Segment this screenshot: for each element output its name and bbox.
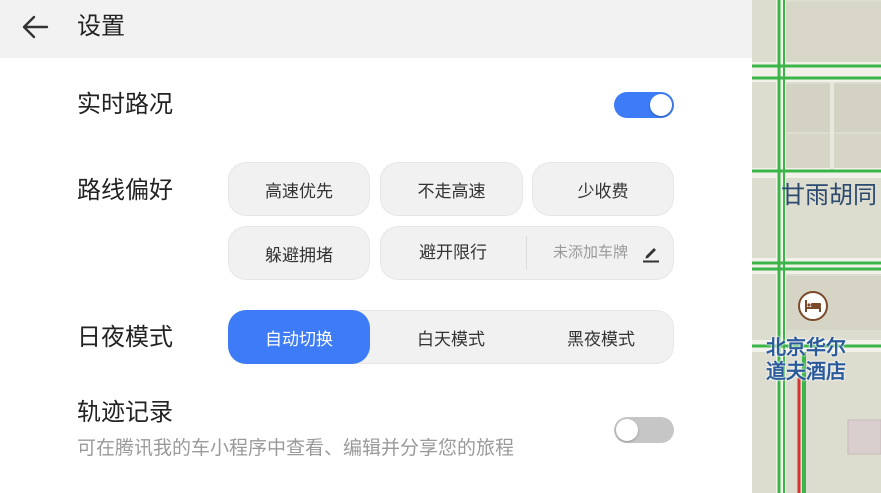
map-view[interactable]: 甘雨胡同 北京华尔 道夫酒店 xyxy=(752,0,881,493)
day-night-label: 日夜模式 xyxy=(77,323,173,351)
mode-option-auto[interactable]: 自动切换 xyxy=(228,310,370,364)
route-option-avoid-congestion[interactable]: 躲避拥堵 xyxy=(228,226,370,280)
back-button[interactable] xyxy=(14,8,56,46)
route-option-avoid-highway[interactable]: 不走高速 xyxy=(380,162,523,216)
hotel-icon[interactable] xyxy=(798,291,828,321)
route-option-avoid-restriction[interactable]: 避开限行 xyxy=(380,226,674,280)
map-poi-name-line2: 道夫酒店 xyxy=(766,359,846,383)
traffic-toggle[interactable] xyxy=(614,92,674,118)
arrow-left-icon xyxy=(22,15,49,39)
toggle-knob xyxy=(616,419,638,441)
edit-icon[interactable] xyxy=(640,242,662,264)
map-street-label: 甘雨胡同 xyxy=(781,181,877,209)
map-roads xyxy=(752,0,881,493)
mode-option-day[interactable]: 白天模式 xyxy=(377,311,525,363)
day-night-segmented-control: 自动切换 白天模式 黑夜模式 xyxy=(228,310,674,364)
track-label: 轨迹记录 xyxy=(77,398,173,426)
route-option-highway-first[interactable]: 高速优先 xyxy=(228,162,370,216)
header-bar: 设置 xyxy=(0,0,752,58)
mode-option-night[interactable]: 黑夜模式 xyxy=(527,311,675,363)
plate-divider xyxy=(526,236,527,270)
settings-panel: 设置 实时路况 路线偏好 高速优先 不走高速 少收费 躲避拥堵 避开限行 未添加… xyxy=(0,0,752,493)
plate-placeholder[interactable]: 未添加车牌 xyxy=(553,241,628,263)
avoid-restriction-label: 避开限行 xyxy=(419,243,487,263)
map-poi-name-line1: 北京华尔 xyxy=(766,335,846,359)
route-pref-label: 路线偏好 xyxy=(77,176,173,204)
route-option-less-toll[interactable]: 少收费 xyxy=(532,162,674,216)
traffic-label: 实时路况 xyxy=(77,90,173,118)
track-toggle[interactable] xyxy=(614,417,674,443)
page-title: 设置 xyxy=(77,12,125,40)
track-description: 可在腾讯我的车小程序中查看、编辑并分享您的旅程 xyxy=(77,437,515,459)
toggle-knob xyxy=(650,94,672,116)
